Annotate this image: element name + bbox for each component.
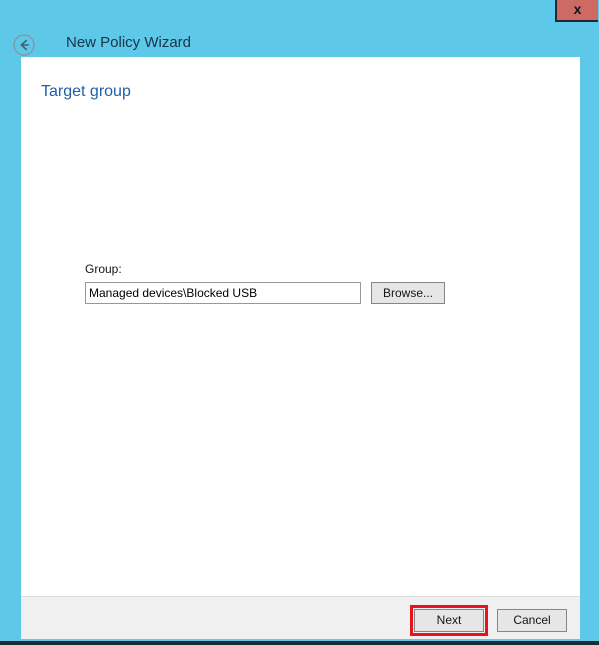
window-title: New Policy Wizard bbox=[66, 34, 192, 51]
group-label: Group: bbox=[85, 262, 122, 276]
footer-button-group: Next Cancel bbox=[410, 605, 567, 636]
dialog-content-panel: Target group Group: Browse... bbox=[21, 57, 580, 596]
next-button-highlight: Next bbox=[410, 605, 488, 636]
page-title: Target group bbox=[41, 83, 131, 100]
close-button[interactable]: x bbox=[555, 0, 598, 22]
target-group-form: Group: Browse... bbox=[85, 262, 465, 304]
browse-button[interactable]: Browse... bbox=[371, 282, 445, 304]
dialog-footer: Next Cancel bbox=[21, 596, 580, 639]
title-bar: x New Policy Wizard bbox=[0, 0, 599, 57]
back-arrow-circle-icon[interactable] bbox=[12, 33, 36, 57]
new-policy-wizard-window: x New Policy Wizard Target group Group: … bbox=[0, 0, 599, 645]
next-button[interactable]: Next bbox=[414, 609, 484, 632]
cancel-button[interactable]: Cancel bbox=[497, 609, 567, 632]
group-input[interactable] bbox=[85, 282, 361, 304]
group-field-row: Browse... bbox=[85, 282, 465, 304]
back-arrow-svg bbox=[13, 34, 35, 56]
